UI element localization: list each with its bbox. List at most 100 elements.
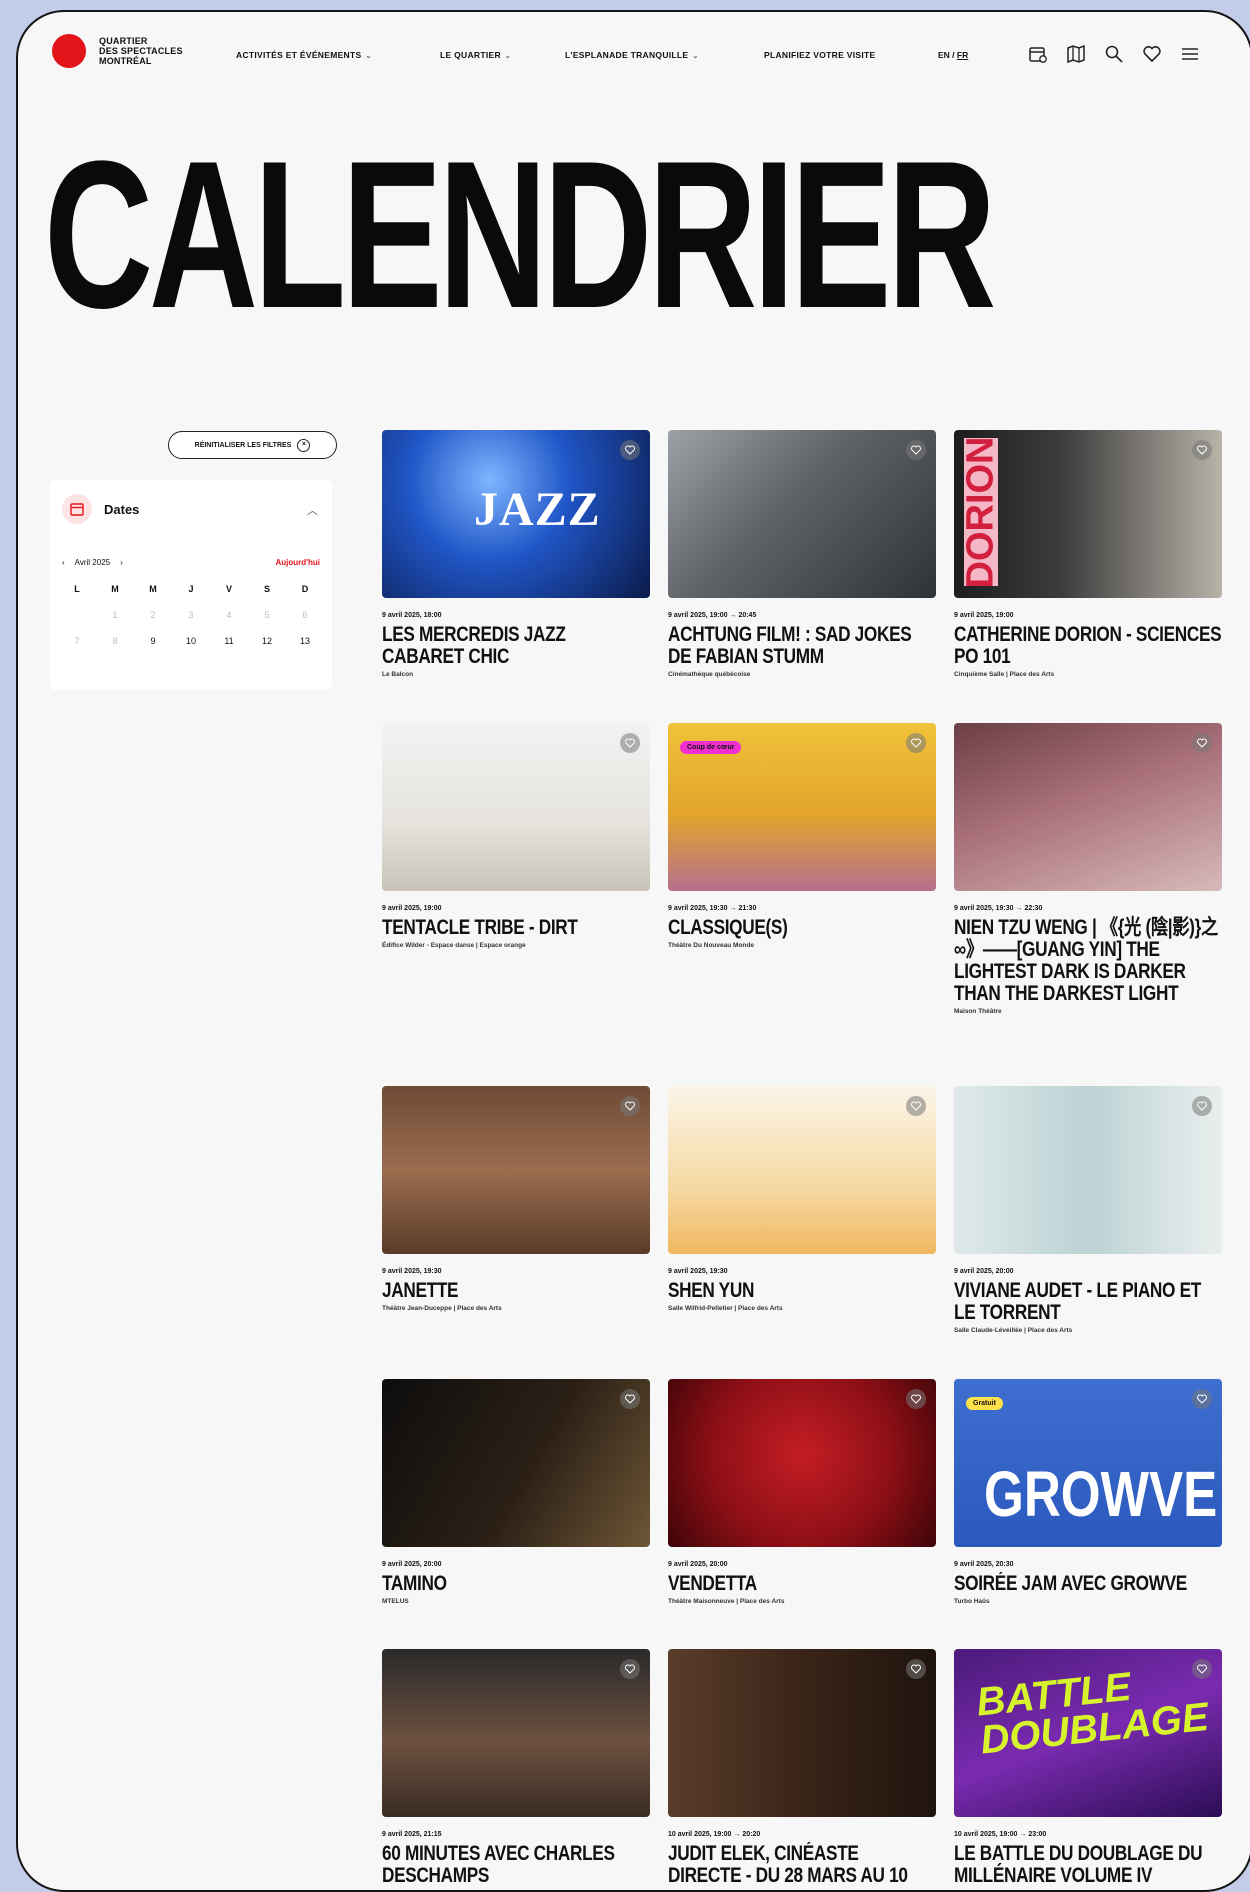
heart-icon[interactable] [906,1096,926,1116]
logo-line: MONTRÉAL [99,56,152,66]
logo-line: QUARTIER [99,36,148,46]
event-card[interactable]: 9 avril 2025, 20:00 TAMINO MTELUS [382,1379,650,1605]
nav-planifiez[interactable]: PLANIFIEZ VOTRE VISITE [764,50,875,60]
event-date: 10 avril 2025, 19:00 → 20:20 [668,1831,761,1838]
heart-icon[interactable] [906,1389,926,1409]
nav-le-quartier[interactable]: LE QUARTIER ⌄ [440,50,511,60]
heart-icon[interactable] [1192,1096,1212,1116]
event-card[interactable]: 9 avril 2025, 19:00 TENTACLE TRIBE - DIR… [382,723,650,949]
nav-label: L'ESPLANADE TRANQUILLE [565,50,689,60]
event-image: DORION [954,430,1222,598]
event-title[interactable]: CLASSIQUE(S) [668,917,936,939]
lang-fr[interactable]: FR [957,50,968,60]
chevron-down-icon: ⌄ [365,53,372,60]
event-card[interactable]: GROWVE Gratuit 9 avril 2025, 20:30 SOIRÉ… [954,1379,1222,1605]
search-icon[interactable] [1102,42,1126,66]
next-month-button[interactable]: › [120,558,123,567]
dates-toggle[interactable]: Dates [62,494,139,524]
heart-icon[interactable] [1192,1659,1212,1679]
site-logo[interactable]: QUARTIER DES SPECTACLES MONTRÉAL [52,34,183,68]
event-title[interactable]: SOIRÉE JAM AVEC GROWVE [954,1573,1222,1595]
menu-icon[interactable] [1178,42,1202,66]
event-venue: Théâtre Jean-Duceppe | Place des Arts [382,1305,502,1312]
heart-icon[interactable] [1192,440,1212,460]
event-card[interactable]: 9 avril 2025, 19:00 → 20:45 ACHTUNG FILM… [668,430,936,678]
event-image [382,1649,650,1817]
event-date: 9 avril 2025, 20:30 [954,1561,1014,1568]
event-card[interactable]: Coup de cœur 9 avril 2025, 19:30 → 21:30… [668,723,936,949]
event-card[interactable]: 9 avril 2025, 21:15 60 MINUTES AVEC CHAR… [382,1649,650,1890]
event-image [382,1086,650,1254]
event-date: 9 avril 2025, 20:00 [954,1268,1014,1275]
event-date: 9 avril 2025, 20:00 [382,1561,442,1568]
heart-icon[interactable] [620,1659,640,1679]
language-switcher[interactable]: EN / FR [938,50,968,60]
event-card[interactable]: 10 avril 2025, 19:00 → 20:20 JUDIT ELEK,… [668,1649,936,1890]
heart-icon[interactable] [906,733,926,753]
event-title[interactable]: TAMINO [382,1573,650,1595]
heart-icon[interactable] [620,1389,640,1409]
calendar-day[interactable]: 13 [286,636,324,646]
nav-activites[interactable]: ACTIVITÉS ET ÉVÉNEMENTS ⌄ [236,50,372,60]
heart-icon[interactable] [620,1096,640,1116]
event-title[interactable]: SHEN YUN [668,1280,936,1302]
event-card[interactable]: JAZZ 9 avril 2025, 18:00 LES MERCREDIS J… [382,430,650,678]
event-card[interactable]: 9 avril 2025, 19:30 → 22:30 NIEN TZU WEN… [954,723,1222,1015]
nav-esplanade[interactable]: L'ESPLANADE TRANQUILLE ⌄ [565,50,699,60]
calendar-day[interactable]: 2 [134,610,172,620]
event-venue: MTELUS [382,1598,409,1605]
event-title[interactable]: VENDETTA [668,1573,936,1595]
heart-icon[interactable] [1192,733,1212,753]
event-title[interactable]: JUDIT ELEK, CINÉASTE DIRECTE - DU 28 MAR… [668,1843,936,1887]
calendar-day[interactable]: 4 [210,610,248,620]
heart-icon[interactable] [906,440,926,460]
event-card[interactable]: 9 avril 2025, 19:30 SHEN YUN Salle Wilfr… [668,1086,936,1312]
event-date: 9 avril 2025, 19:30 [668,1268,728,1275]
chevron-down-icon: ⌄ [504,53,512,60]
event-title[interactable]: LES MERCREDIS JAZZ CABARET CHIC [382,624,650,668]
event-card[interactable]: 9 avril 2025, 20:00 VIVIANE AUDET - LE P… [954,1086,1222,1334]
chevron-up-icon[interactable]: ︿ [307,502,318,518]
calendar-day[interactable]: 5 [248,610,286,620]
calendar-day[interactable]: 10 [172,636,210,646]
heart-icon[interactable] [906,1659,926,1679]
calendar-icon[interactable] [1026,42,1050,66]
event-image: Coup de cœur [668,723,936,891]
event-card[interactable]: DORION 9 avril 2025, 19:00 CATHERINE DOR… [954,430,1222,678]
event-title[interactable]: TENTACLE TRIBE - DIRT [382,917,650,939]
calendar-day[interactable]: 1 [96,610,134,620]
calendar-day[interactable]: 8 [96,636,134,646]
event-title[interactable]: VIVIANE AUDET - LE PIANO ET LE TORRENT [954,1280,1222,1324]
reset-filters-button[interactable]: RÉINITIALISER LES FILTRES × [168,431,337,459]
map-icon[interactable] [1064,42,1088,66]
calendar-day[interactable]: 6 [286,610,324,620]
event-card[interactable]: 9 avril 2025, 19:30 JANETTE Théâtre Jean… [382,1086,650,1312]
prev-month-button[interactable]: ‹ [62,558,65,567]
nav-label: LE QUARTIER [440,50,501,60]
event-card[interactable]: BATTLE DOUBLAGE 10 avril 2025, 19:00 → 2… [954,1649,1222,1890]
event-date: 10 avril 2025, 19:00 → 23:00 [954,1831,1047,1838]
heart-icon[interactable] [1192,1389,1212,1409]
event-title[interactable]: NIEN TZU WENG | 《{光 (陰|影)}之∞》——[GUANG YI… [954,917,1222,1005]
calendar-day[interactable]: 7 [58,636,96,646]
header-icons [1026,42,1202,66]
heart-icon[interactable] [620,733,640,753]
event-image-text: DORION [960,436,1002,588]
event-title[interactable]: ACHTUNG FILM! : SAD JOKES DE FABIAN STUM… [668,624,936,668]
lang-separator: / [949,50,957,60]
event-date: 9 avril 2025, 19:00 [954,612,1014,619]
event-title[interactable]: CATHERINE DORION - SCIENCES PO 101 [954,624,1222,668]
event-title[interactable]: JANETTE [382,1280,650,1302]
event-venue: Le Balcon [382,671,414,678]
event-card[interactable]: 9 avril 2025, 20:00 VENDETTA Théâtre Mai… [668,1379,936,1605]
calendar-day[interactable]: 11 [210,636,248,646]
calendar-day[interactable]: 3 [172,610,210,620]
heart-icon[interactable] [620,440,640,460]
calendar-day[interactable]: 12 [248,636,286,646]
calendar-day[interactable]: 9 [134,636,172,646]
event-title[interactable]: LE BATTLE DU DOUBLAGE DU MILLÉNAIRE VOLU… [954,1843,1222,1887]
event-title[interactable]: 60 MINUTES AVEC CHARLES DESCHAMPS [382,1843,650,1887]
heart-icon[interactable] [1140,42,1164,66]
lang-en[interactable]: EN [938,50,950,60]
today-button[interactable]: Aujourd'hui [275,558,320,567]
